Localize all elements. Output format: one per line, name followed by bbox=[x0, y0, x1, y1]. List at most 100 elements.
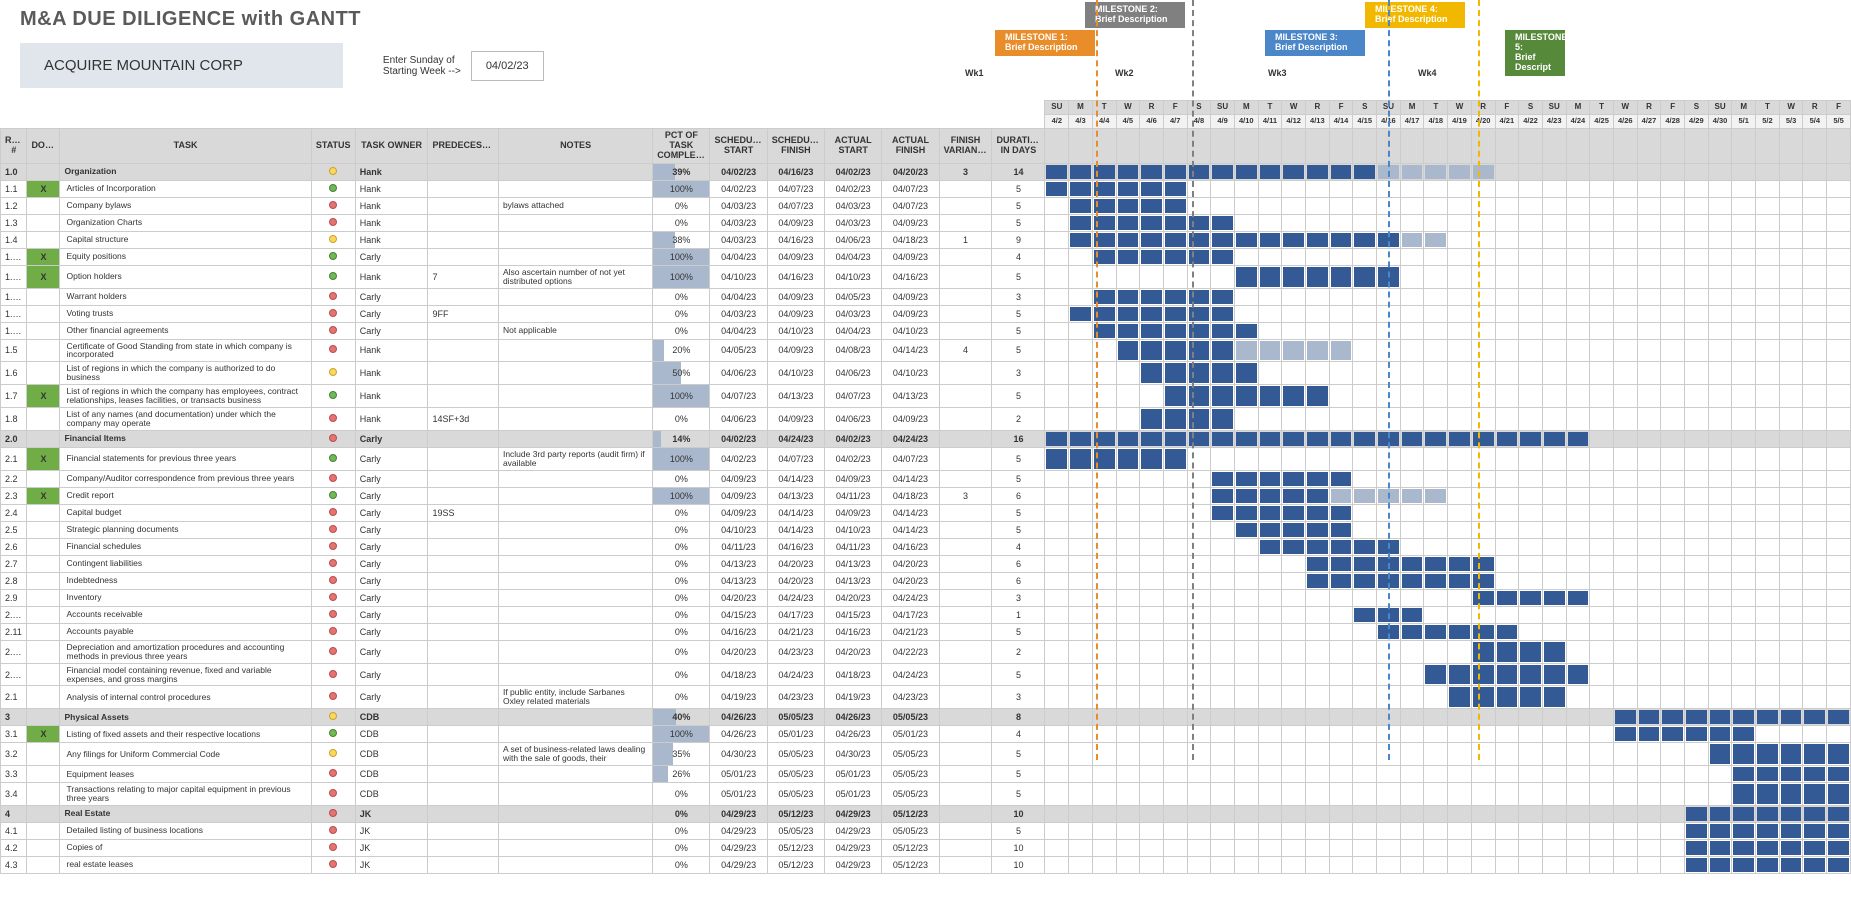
date-cell[interactable]: 04/16/23 bbox=[767, 231, 824, 248]
pct-cell[interactable]: 0% bbox=[653, 197, 710, 214]
cell[interactable]: JK bbox=[355, 839, 428, 856]
date-cell[interactable]: 04/03/23 bbox=[825, 197, 882, 214]
cell[interactable]: Carly bbox=[355, 606, 428, 623]
date-cell[interactable]: 1 bbox=[939, 231, 992, 248]
status-cell[interactable] bbox=[311, 408, 355, 431]
date-cell[interactable]: 04/08/23 bbox=[825, 339, 882, 362]
date-cell[interactable]: 04/20/23 bbox=[767, 555, 824, 572]
date-cell[interactable]: 05/01/23 bbox=[767, 726, 824, 743]
date-cell[interactable]: 04/13/23 bbox=[882, 385, 939, 408]
status-cell[interactable] bbox=[311, 447, 355, 470]
pct-cell[interactable]: 0% bbox=[653, 640, 710, 663]
notes-cell[interactable] bbox=[498, 572, 652, 589]
date-cell[interactable]: 04/07/23 bbox=[882, 447, 939, 470]
date-cell[interactable]: 04/09/23 bbox=[710, 470, 767, 487]
task-name[interactable]: Company bylaws bbox=[60, 197, 311, 214]
date-cell[interactable] bbox=[939, 555, 992, 572]
status-cell[interactable] bbox=[311, 214, 355, 231]
notes-cell[interactable] bbox=[498, 385, 652, 408]
cell[interactable]: Carly bbox=[355, 572, 428, 589]
date-cell[interactable]: 04/02/23 bbox=[825, 447, 882, 470]
cell[interactable]: Hank bbox=[355, 385, 428, 408]
date-cell[interactable] bbox=[939, 430, 992, 447]
cell[interactable]: 1.4.2 bbox=[1, 265, 27, 288]
status-cell[interactable] bbox=[311, 362, 355, 385]
date-cell[interactable]: 04/06/23 bbox=[825, 362, 882, 385]
date-cell[interactable]: 04/30/23 bbox=[710, 743, 767, 766]
pct-cell[interactable]: 0% bbox=[653, 521, 710, 538]
date-cell[interactable] bbox=[939, 288, 992, 305]
notes-cell[interactable]: bylaws attached bbox=[498, 197, 652, 214]
cell[interactable] bbox=[428, 521, 499, 538]
task-name[interactable]: Financial statements for previous three … bbox=[60, 447, 311, 470]
task-name[interactable]: Equipment leases bbox=[60, 766, 311, 783]
date-cell[interactable]: 04/29/23 bbox=[825, 805, 882, 822]
pct-cell[interactable]: 0% bbox=[653, 589, 710, 606]
date-cell[interactable]: 05/12/23 bbox=[882, 839, 939, 856]
status-cell[interactable] bbox=[311, 766, 355, 783]
date-cell[interactable]: 04/09/23 bbox=[882, 248, 939, 265]
notes-cell[interactable] bbox=[498, 555, 652, 572]
cell[interactable]: 2.4 bbox=[1, 504, 27, 521]
pct-cell[interactable]: 0% bbox=[653, 856, 710, 873]
status-cell[interactable] bbox=[311, 805, 355, 822]
pct-cell[interactable]: 100% bbox=[653, 447, 710, 470]
date-cell[interactable]: 04/24/23 bbox=[882, 663, 939, 686]
cell[interactable]: CDB bbox=[355, 726, 428, 743]
cell[interactable] bbox=[428, 839, 499, 856]
date-cell[interactable]: 04/09/23 bbox=[825, 470, 882, 487]
cell[interactable]: Hank bbox=[355, 214, 428, 231]
date-cell[interactable]: 04/18/23 bbox=[882, 487, 939, 504]
date-cell[interactable]: 04/19/23 bbox=[710, 686, 767, 709]
task-name[interactable]: Listing of fixed assets and their respec… bbox=[60, 726, 311, 743]
pct-cell[interactable]: 0% bbox=[653, 538, 710, 555]
date-cell[interactable]: 04/07/23 bbox=[767, 197, 824, 214]
status-cell[interactable] bbox=[311, 555, 355, 572]
task-name[interactable]: Financial schedules bbox=[60, 538, 311, 555]
pct-cell[interactable]: 0% bbox=[653, 623, 710, 640]
date-cell[interactable]: 04/23/23 bbox=[882, 686, 939, 709]
date-cell[interactable]: 04/07/23 bbox=[882, 197, 939, 214]
cell[interactable]: 2.0 bbox=[1, 430, 27, 447]
pct-cell[interactable]: 0% bbox=[653, 408, 710, 431]
date-cell[interactable]: 04/18/23 bbox=[825, 663, 882, 686]
date-cell[interactable]: 04/09/23 bbox=[767, 248, 824, 265]
date-cell[interactable]: 5 bbox=[992, 197, 1045, 214]
status-cell[interactable] bbox=[311, 430, 355, 447]
task-name[interactable]: Strategic planning documents bbox=[60, 521, 311, 538]
date-cell[interactable]: 2 bbox=[992, 408, 1045, 431]
date-cell[interactable]: 04/02/23 bbox=[825, 430, 882, 447]
date-cell[interactable]: 1 bbox=[992, 606, 1045, 623]
date-cell[interactable]: 04/18/23 bbox=[882, 231, 939, 248]
date-cell[interactable]: 04/26/23 bbox=[825, 726, 882, 743]
notes-cell[interactable]: Include 3rd party reports (audit firm) i… bbox=[498, 447, 652, 470]
cell[interactable] bbox=[428, 663, 499, 686]
cell[interactable] bbox=[428, 726, 499, 743]
status-cell[interactable] bbox=[311, 572, 355, 589]
date-cell[interactable]: 04/09/23 bbox=[767, 214, 824, 231]
date-cell[interactable]: 04/07/23 bbox=[767, 180, 824, 197]
pct-cell[interactable]: 38% bbox=[653, 231, 710, 248]
date-cell[interactable] bbox=[939, 305, 992, 322]
cell[interactable] bbox=[428, 555, 499, 572]
cell[interactable]: 4 bbox=[1, 805, 27, 822]
cell[interactable] bbox=[428, 288, 499, 305]
notes-cell[interactable] bbox=[498, 521, 652, 538]
pct-cell[interactable]: 0% bbox=[653, 214, 710, 231]
task-name[interactable]: Copies of bbox=[60, 839, 311, 856]
date-cell[interactable]: 04/03/23 bbox=[825, 305, 882, 322]
date-cell[interactable] bbox=[939, 640, 992, 663]
cell[interactable] bbox=[428, 856, 499, 873]
date-cell[interactable]: 5 bbox=[992, 322, 1045, 339]
cell[interactable]: 1.4.4 bbox=[1, 305, 27, 322]
cell[interactable]: Hank bbox=[355, 231, 428, 248]
date-cell[interactable] bbox=[939, 623, 992, 640]
date-cell[interactable]: 04/16/23 bbox=[825, 623, 882, 640]
pct-cell[interactable]: 39% bbox=[653, 163, 710, 180]
cell[interactable]: CDB bbox=[355, 783, 428, 806]
notes-cell[interactable] bbox=[498, 288, 652, 305]
status-cell[interactable] bbox=[311, 305, 355, 322]
pct-cell[interactable]: 0% bbox=[653, 686, 710, 709]
date-cell[interactable]: 04/20/23 bbox=[710, 640, 767, 663]
date-cell[interactable] bbox=[939, 606, 992, 623]
